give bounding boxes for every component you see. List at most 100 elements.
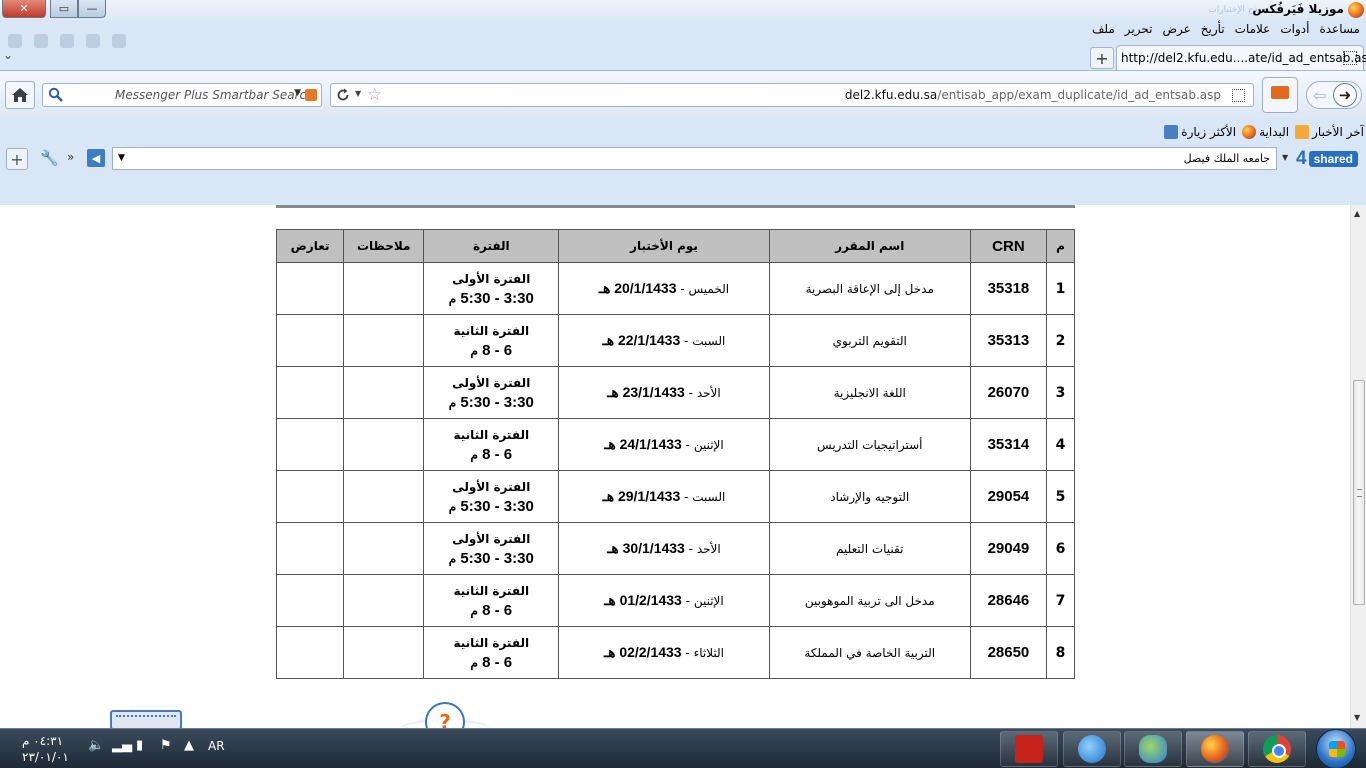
menu-file[interactable]: ملف: [1092, 22, 1115, 36]
rss-icon: [1295, 125, 1310, 139]
active-tab[interactable]: http://del2.kfu.edu....ate/id_ad_entsab.…: [1116, 45, 1366, 70]
vertical-scrollbar[interactable]: ▲ ▼: [1350, 205, 1366, 728]
separator: -: [681, 594, 694, 608]
signal-icon[interactable]: ▂▄: [112, 739, 132, 753]
cell-exam-day: الأحد - 23/1/1433 هـ: [558, 366, 770, 419]
exam-schedule-table: م CRN اسم المقرر يوم الأختبار الفترة ملا…: [275, 229, 1076, 679]
exam-date: 01/2/1433: [619, 592, 682, 608]
exam-date: 02/2/1433: [619, 644, 682, 660]
downloads-button[interactable]: [1262, 77, 1298, 113]
cell-notes: [343, 574, 425, 627]
exam-date: 24/1/1433: [619, 436, 682, 452]
home-button[interactable]: [5, 81, 35, 109]
back-forward-buttons: ⇦ ➜: [1306, 81, 1362, 109]
exam-day-name: الأحد: [696, 542, 721, 556]
time-range: 3:30 - 5:30: [460, 549, 534, 567]
url-domain: del2.kfu.edu.sa: [844, 88, 938, 102]
cell-conflict: [275, 626, 345, 679]
separator: -: [681, 438, 694, 452]
cell-exam-day: الإثنين - 24/1/1433 هـ: [558, 418, 770, 471]
scroll-up-icon[interactable]: ▲: [1354, 209, 1360, 218]
4shared-logo[interactable]: 4 shared: [1296, 148, 1358, 169]
new-tab-button[interactable]: +: [1090, 47, 1114, 69]
toolbar-back-icon[interactable]: ◀: [87, 149, 105, 167]
wrench-icon[interactable]: 🔧: [40, 149, 59, 167]
exam-day-name: الثلاثاء: [693, 646, 724, 660]
bookmark-star-icon[interactable]: ☆: [367, 85, 382, 105]
bookmark-label: آخر الأخبار: [1312, 125, 1364, 139]
show-hidden-icons-icon[interactable]: ▲: [184, 739, 198, 753]
taskbar-messenger-button[interactable]: [1124, 731, 1182, 767]
close-window-button[interactable]: ✕: [2, 0, 46, 18]
language-indicator[interactable]: AR: [208, 739, 225, 753]
action-center-flag-icon[interactable]: ⚑: [160, 739, 174, 753]
separator: -: [676, 282, 689, 296]
toolbar-search-combo[interactable]: ▼ جامعه الملك فيصل: [112, 147, 1277, 170]
exam-date: 20/1/1433: [614, 280, 677, 296]
cell-notes: [343, 522, 425, 575]
back-icon[interactable]: ➜: [1333, 83, 1357, 107]
notepad-icon[interactable]: [110, 710, 182, 728]
exam-date: 29/1/1433: [617, 488, 681, 504]
menu-help[interactable]: مساعدة: [1319, 22, 1360, 36]
forward-icon[interactable]: ⇦: [1313, 86, 1326, 105]
help-icon[interactable]: ?: [425, 702, 465, 728]
internet-explorer-icon: [1078, 735, 1106, 763]
volume-icon[interactable]: 🔈: [88, 739, 104, 753]
menu-edit[interactable]: تحرير: [1125, 22, 1153, 36]
bookmark-getting-started[interactable]: البداية: [1242, 125, 1289, 139]
bookmark-most-visited[interactable]: الأكثر زيارة: [1164, 125, 1236, 139]
cell-exam-day: الإثنين - 01/2/1433 هـ: [558, 574, 770, 627]
url-bar[interactable]: ▼ ☆ del2.kfu.edu.sa/entisab_app/exam_dup…: [330, 83, 1254, 107]
scrollbar-thumb[interactable]: [1353, 380, 1365, 605]
cell-conflict: [275, 366, 345, 419]
cell-notes: [343, 314, 425, 367]
minimize-window-button[interactable]: —: [78, 0, 106, 18]
firefox-icon[interactable]: [1348, 2, 1364, 18]
exam-day-name: السبت: [692, 334, 726, 348]
chevron-down-icon[interactable]: ▼: [1282, 153, 1288, 162]
battery-icon[interactable]: ▮: [136, 739, 150, 753]
period-name: الفترة الثانية: [453, 427, 530, 442]
cell-notes: [343, 366, 425, 419]
overflow-chevron-icon[interactable]: »: [67, 150, 74, 164]
search-engine-icon[interactable]: [305, 89, 317, 101]
taskbar-ie-button[interactable]: [1063, 731, 1121, 767]
search-input[interactable]: Messenger Plus Smartbar Search ▼: [42, 83, 322, 107]
exam-date-suffix: هـ: [602, 488, 615, 504]
chevron-down-icon[interactable]: ▼: [355, 89, 361, 98]
search-placeholder: Messenger Plus Smartbar Search: [115, 88, 314, 102]
exam-date-suffix: هـ: [607, 384, 619, 400]
cell-exam-day: الثلاثاء - 02/2/1433 هـ: [558, 626, 770, 679]
reload-icon[interactable]: [335, 87, 351, 103]
taskbar-chrome-button[interactable]: [1248, 731, 1306, 767]
maximize-window-button[interactable]: ▭: [50, 0, 78, 18]
home-icon: [12, 88, 28, 102]
table-row: 2 35313 التقويم التربوي السبت - 22/1/1433 ه…: [275, 314, 1076, 367]
taskbar-pdf-button[interactable]: [1000, 731, 1058, 767]
chevron-down-icon[interactable]: ▼: [294, 88, 301, 98]
time-range: 3:30 - 5:30: [460, 289, 534, 307]
scroll-down-icon[interactable]: ▼: [1354, 713, 1360, 722]
chevron-down-icon[interactable]: ▼: [118, 153, 125, 163]
time-suffix: م: [448, 291, 457, 306]
cell-course-name: أستراتيجيات التدريس: [768, 418, 971, 471]
cell-course-name: التوجيه والإرشاد: [768, 470, 971, 523]
period-name: الفترة الأولى: [452, 531, 531, 546]
menu-history[interactable]: تأريخ: [1201, 22, 1225, 36]
menu-view[interactable]: عرض: [1162, 22, 1190, 36]
menu-tools[interactable]: أدوات: [1280, 22, 1309, 36]
bookmark-latest-news[interactable]: آخر الأخبار: [1295, 125, 1364, 139]
cell-index: 5: [1045, 470, 1076, 523]
taskbar-firefox-button[interactable]: [1186, 731, 1244, 767]
system-clock[interactable]: ٠٤:٣١ م ٢٣/٠١/٠١: [22, 733, 69, 765]
cell-index: 1: [1045, 262, 1076, 315]
menu-bookmarks[interactable]: علامات: [1235, 22, 1271, 36]
time-suffix: م: [470, 343, 478, 358]
site-identity-icon[interactable]: [1232, 89, 1245, 102]
start-button[interactable]: [1316, 729, 1356, 768]
chevron-down-icon[interactable]: ⌄: [3, 48, 13, 62]
window-title: موزيلا فَيَرفُكس: [1252, 2, 1344, 16]
period-time: 3:30 - 5:30 م: [424, 289, 558, 309]
add-button[interactable]: +: [6, 148, 28, 170]
